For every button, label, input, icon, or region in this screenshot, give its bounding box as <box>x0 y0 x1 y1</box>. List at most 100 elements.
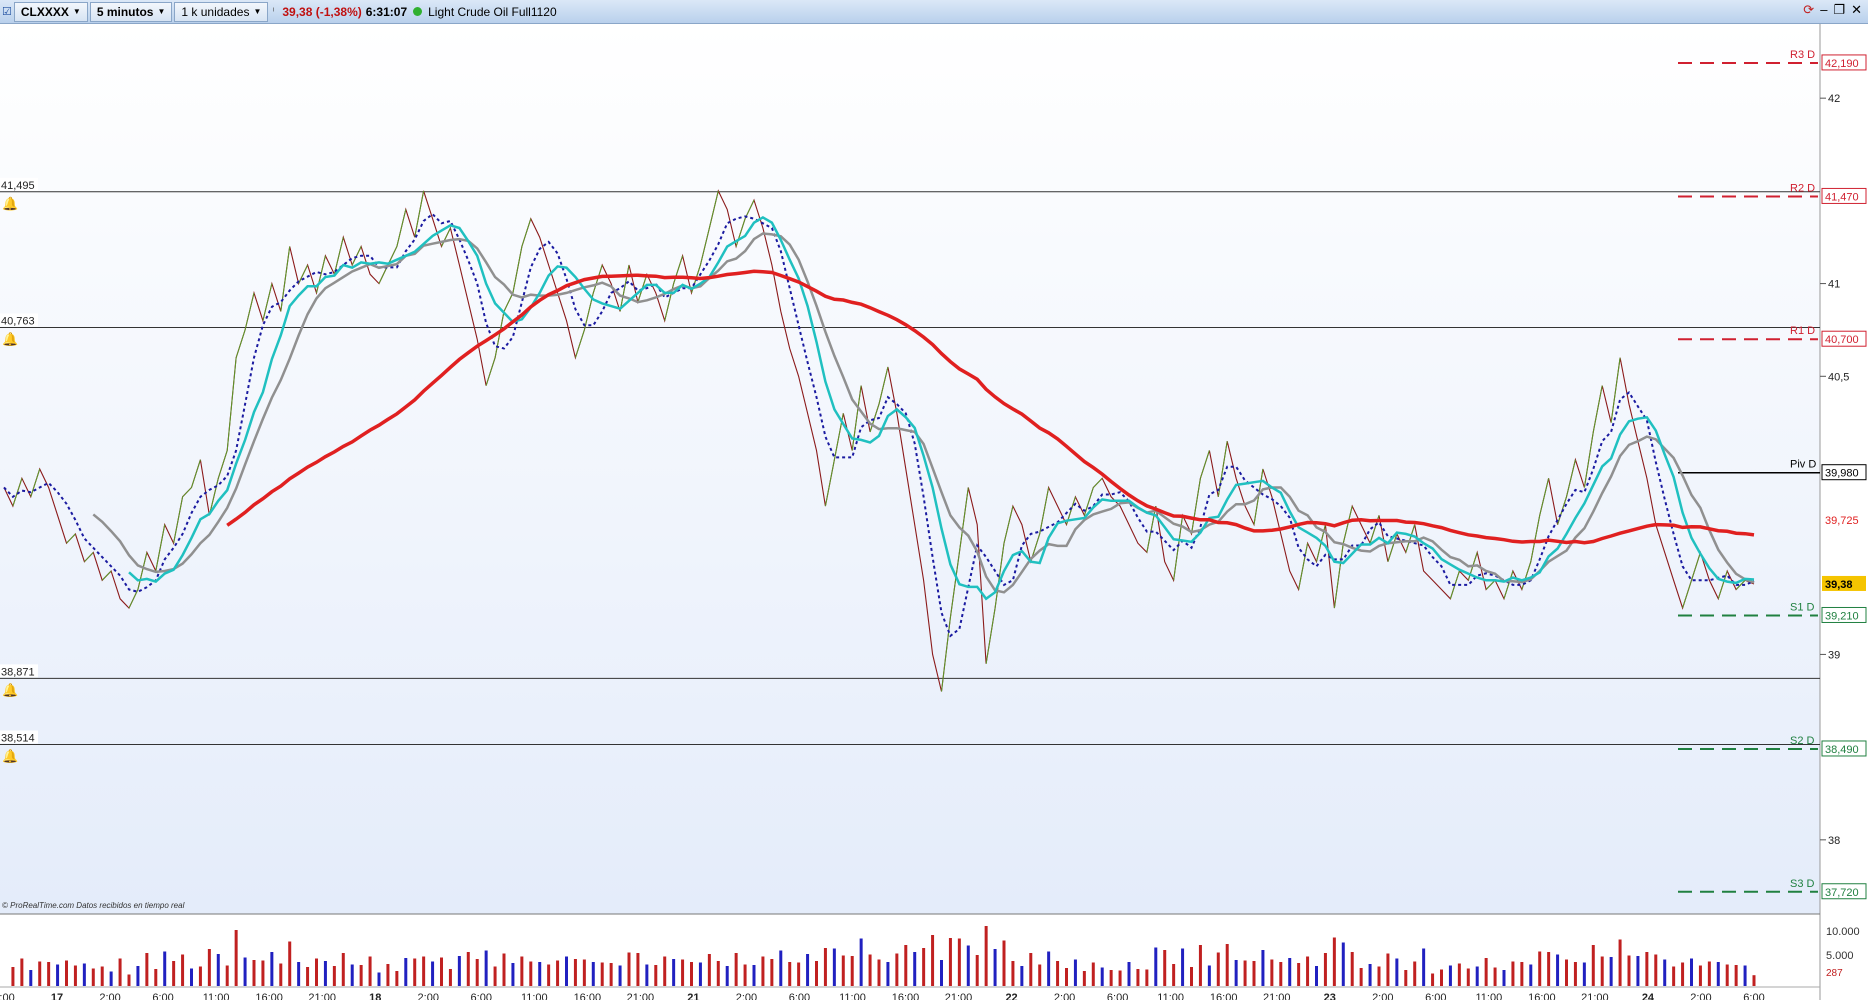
minimize-icon[interactable]: – <box>1820 2 1827 18</box>
volume-bar <box>323 961 327 986</box>
volume-bar <box>627 952 631 986</box>
x-tick-label: 6:00 <box>471 992 492 1000</box>
volume-bar <box>1538 951 1542 986</box>
volume-bar <box>1422 948 1426 986</box>
x-tick-label: 6:00 <box>1743 992 1764 1000</box>
volume-axis-label-10000: 10.000 <box>1826 926 1860 938</box>
symbol-selector[interactable]: CLXXXX ▼ <box>13 1 88 22</box>
units-selector[interactable]: 1 k unidades ▼ <box>174 1 269 22</box>
volume-bar <box>1707 961 1711 986</box>
volume-bar <box>359 965 363 986</box>
x-tick-label: 2:00 <box>1372 992 1393 1000</box>
volume-bar <box>172 961 176 986</box>
volume-bar <box>1047 951 1051 986</box>
volume-bar <box>1136 969 1140 986</box>
volume-bar <box>1529 964 1533 986</box>
volume-bar <box>948 938 952 986</box>
x-tick-label: 11:00 <box>203 992 230 1000</box>
pivot-level-name: S2 D <box>1790 735 1815 747</box>
volume-bar <box>913 952 917 986</box>
info-icon[interactable]: ⁱ <box>268 2 278 22</box>
pivot-level-name: Piv D <box>1790 459 1816 471</box>
volume-bar <box>520 956 524 986</box>
volume-bar <box>1011 961 1015 986</box>
x-tick-label: 16:00 <box>892 992 920 1000</box>
pivot-price-label: 39,980 <box>1825 468 1859 480</box>
alert-bell-icon[interactable]: 🔔 <box>2 332 18 347</box>
volume-bar <box>145 953 149 986</box>
pivot-level-name: R2 D <box>1790 182 1815 194</box>
volume-bar <box>1020 966 1024 986</box>
volume-bar <box>1600 956 1604 986</box>
volume-bar <box>931 935 935 986</box>
volume-bar <box>234 930 238 986</box>
volume-bar <box>190 968 193 986</box>
app-icon[interactable]: ☑ <box>2 5 12 18</box>
volume-bar <box>1386 953 1390 986</box>
x-tick-label: 24 <box>1642 992 1655 1000</box>
volume-bar <box>502 953 506 986</box>
volume-bar <box>1752 975 1756 986</box>
volume-bar <box>895 953 899 986</box>
volume-bar <box>20 958 24 986</box>
volume-bar <box>1341 942 1345 986</box>
volume-bar <box>752 965 756 986</box>
refresh-icon[interactable]: ⟳ <box>1803 2 1814 18</box>
volume-bar <box>1431 973 1435 986</box>
volume-bar <box>1100 967 1104 986</box>
x-tick-label: 18 <box>369 992 381 1000</box>
volume-bar <box>100 966 104 986</box>
volume-bar <box>1511 961 1515 986</box>
volume-bar <box>1413 961 1417 986</box>
x-tick-label: 23 <box>1324 992 1336 1000</box>
x-tick-label: 17 <box>51 992 63 1000</box>
volume-bar <box>1654 954 1658 986</box>
volume-bar <box>109 971 113 986</box>
volume-bar <box>279 963 283 986</box>
volume-bar <box>1663 959 1667 986</box>
volume-bar <box>556 960 560 986</box>
pivot-level-name: S1 D <box>1790 601 1815 613</box>
chevron-down-icon: ▼ <box>157 7 166 16</box>
price-change: 39,38 (-1,38%) <box>282 4 362 19</box>
x-tick-label: 16:00 <box>1210 992 1238 1000</box>
volume-bar <box>1618 939 1622 986</box>
x-tick-label: 21:00 <box>1263 992 1291 1000</box>
chevron-down-icon: ▼ <box>72 7 81 16</box>
restore-icon[interactable]: ❐ <box>1833 2 1845 18</box>
x-tick-label: 21:00 <box>1581 992 1609 1000</box>
alert-bell-icon[interactable]: 🔔 <box>2 196 18 211</box>
volume-bar <box>1154 947 1158 986</box>
volume-bar <box>91 968 95 986</box>
volume-bar <box>1225 944 1229 986</box>
price-chart[interactable]: 41,495 🔔 40,763 🔔 38,871 🔔 38,514 🔔 R3 D R2 D R1 D… <box>0 24 1868 1000</box>
volume-bar <box>725 966 729 986</box>
alert-bell-icon[interactable]: 🔔 <box>2 749 18 764</box>
x-tick-label: 1:00 <box>0 992 15 1000</box>
volume-bar <box>38 961 42 986</box>
window-controls: ⟳ – ❐ ✕ <box>1803 2 1862 18</box>
x-tick-label: 2:00 <box>418 992 439 1000</box>
alert-bell-icon[interactable]: 🔔 <box>2 682 18 697</box>
volume-bar <box>341 953 345 986</box>
close-icon[interactable]: ✕ <box>1851 2 1862 18</box>
pivot-price-label: 38,490 <box>1825 744 1859 756</box>
volume-bar <box>815 961 818 986</box>
timeframe-selector[interactable]: 5 minutos ▼ <box>89 1 173 22</box>
volume-bar <box>707 954 711 986</box>
volume-bar <box>1645 952 1649 986</box>
volume-bar <box>529 961 533 986</box>
pivot-price-label: 37,720 <box>1825 887 1859 899</box>
volume-bar <box>1207 965 1211 986</box>
volume-bar <box>1323 953 1327 986</box>
clock-time: 6:31:07 <box>365 4 408 19</box>
volume-bar <box>350 964 354 986</box>
volume-bar <box>252 960 256 986</box>
volume-bar <box>832 948 836 986</box>
volume-bar <box>716 961 720 986</box>
x-tick-label: 16:00 <box>1528 992 1556 1000</box>
x-tick-label: 21:00 <box>945 992 973 1000</box>
volume-bar <box>1029 953 1033 986</box>
volume-bar <box>1332 937 1336 986</box>
volume-bar <box>466 952 470 986</box>
